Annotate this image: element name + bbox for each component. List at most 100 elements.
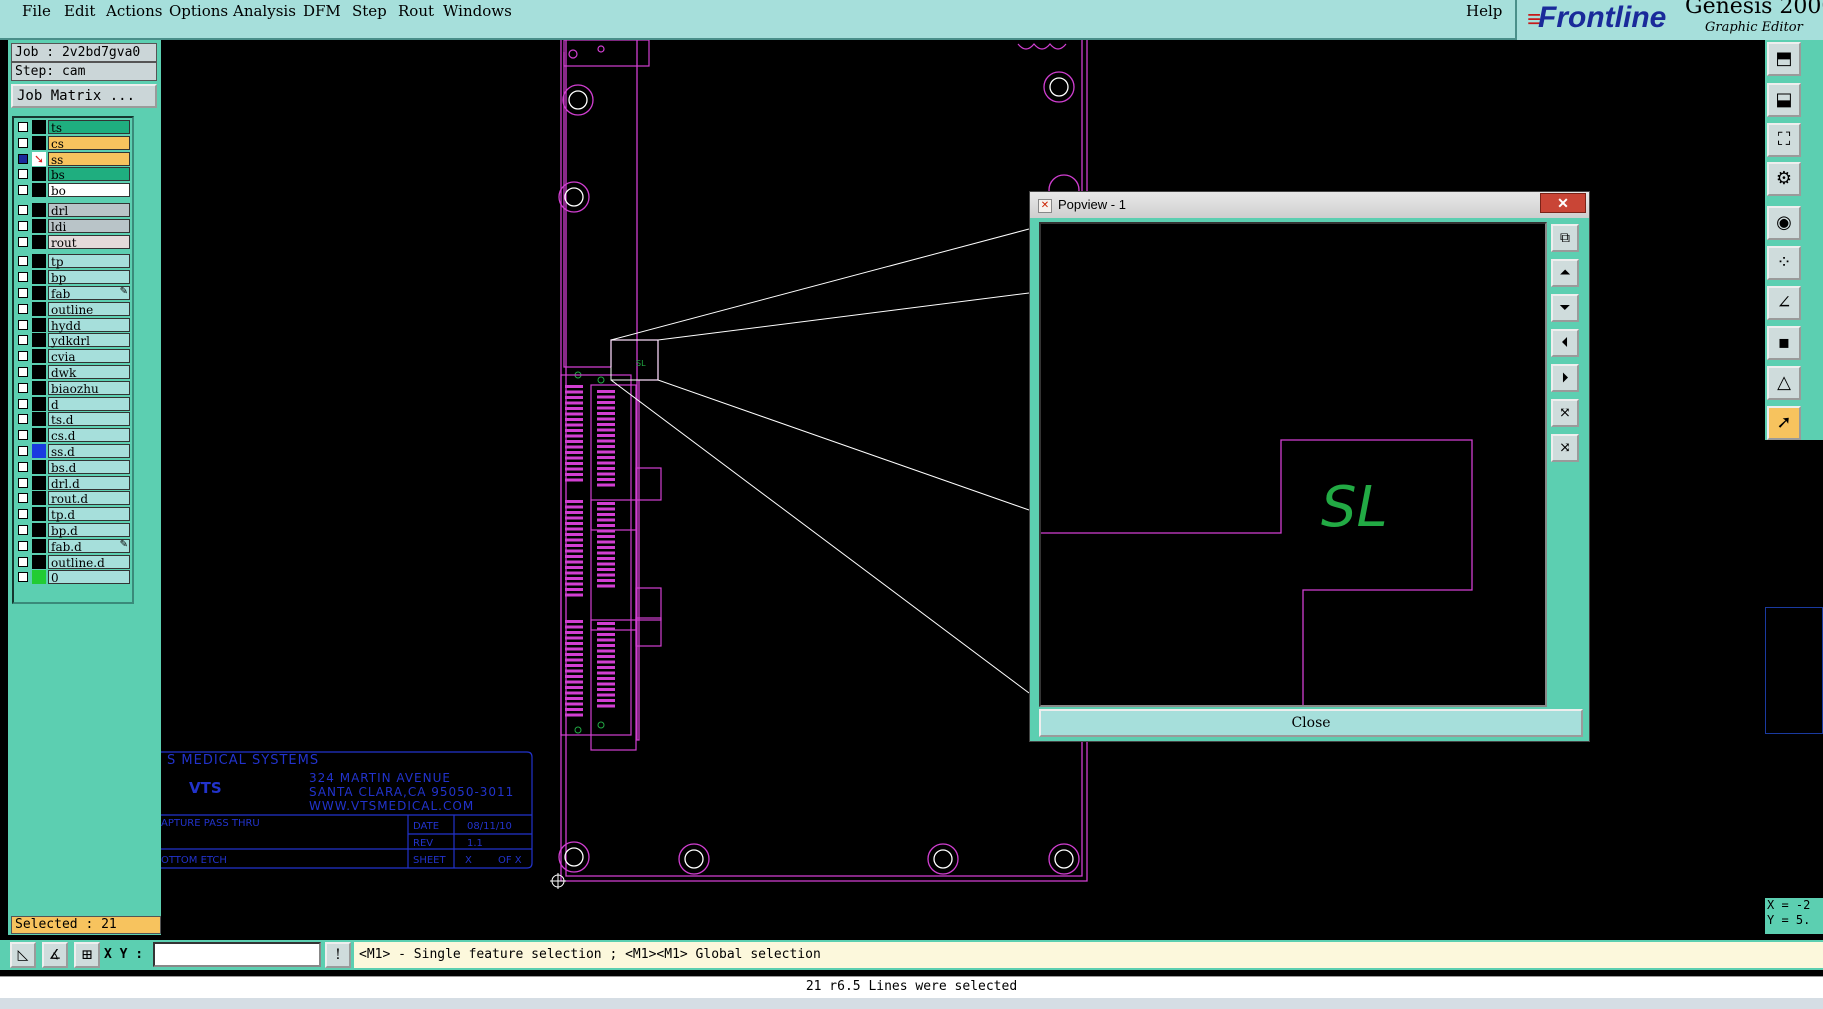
snap-grid-icon[interactable]: ◺ [10, 942, 36, 968]
snap-cross-icon[interactable]: ⊞ [74, 942, 100, 968]
layer-checkbox[interactable] [18, 556, 28, 567]
connector-pin [597, 627, 615, 631]
menu-windows[interactable]: Windows [443, 2, 512, 20]
layer-checkbox[interactable] [18, 319, 28, 330]
layer-checkbox[interactable] [18, 256, 28, 267]
layer-checkbox[interactable] [18, 477, 28, 488]
menu-dfm[interactable]: DFM [303, 2, 341, 20]
layer-checkbox[interactable] [18, 367, 28, 377]
menu-step[interactable]: Step [352, 2, 387, 20]
job-matrix-button[interactable]: Job Matrix ... [11, 84, 157, 108]
popview-fit-icon[interactable]: ⧉ [1551, 224, 1579, 252]
layer-row-d[interactable]: d [16, 396, 130, 412]
layer-checkbox[interactable] [18, 382, 28, 393]
layer-checkbox[interactable] [18, 414, 28, 425]
layer-row-drl[interactable]: drl [16, 203, 130, 218]
layer-row-ts[interactable]: ts [16, 120, 130, 135]
xy-input[interactable] [153, 942, 321, 967]
tool-triangle-icon[interactable]: △ [1767, 366, 1801, 400]
tool-open-icon[interactable]: ⬓ [1767, 83, 1801, 117]
popview-pan-down-icon[interactable]: ⏷ [1551, 294, 1579, 322]
snap-angle-icon[interactable]: ∡ [42, 942, 68, 968]
layer-checkbox[interactable] [18, 509, 28, 520]
layer-row-drl.d[interactable]: drl.d [16, 475, 130, 491]
tool-connect-icon[interactable]: ⁘ [1767, 246, 1801, 280]
layer-name: tp.d [48, 507, 130, 522]
layer-row-outline.d[interactable]: outline.d [16, 554, 130, 570]
menu-options[interactable]: Options [169, 2, 228, 20]
layer-checkbox[interactable] [18, 169, 28, 180]
layer-checkbox[interactable] [18, 351, 28, 362]
popview-zoom-in-icon[interactable]: ⤧ [1551, 399, 1579, 427]
layer-row-fab.d[interactable]: fab.d ✎ [16, 538, 130, 554]
layer-row-hydd[interactable]: hydd [16, 317, 130, 333]
popview-close-x-button[interactable]: ✕ [1540, 193, 1586, 213]
layer-checkbox[interactable] [18, 137, 28, 148]
layer-row-ss.d[interactable]: ss.d [16, 444, 130, 459]
layer-row-tp[interactable]: tp [16, 254, 130, 269]
tool-pad-icon[interactable]: ▪ [1767, 326, 1801, 360]
menu-help[interactable]: Help [1466, 2, 1502, 20]
layer-row-bo[interactable]: bo [16, 183, 130, 198]
layer-row-dwk[interactable]: dwk [16, 365, 130, 380]
layer-checkbox[interactable] [18, 236, 28, 247]
layer-checkbox[interactable] [18, 205, 28, 215]
tool-snap-icon[interactable]: ◉ [1767, 206, 1801, 240]
layer-row-cvia[interactable]: cvia [16, 349, 130, 364]
layer-row-ts.d[interactable]: ts.d [16, 412, 130, 427]
connector-pin [597, 518, 615, 522]
popview-close-button[interactable]: Close [1039, 709, 1583, 737]
layer-row-rout[interactable]: rout [16, 234, 130, 250]
layer-row-outline[interactable]: outline [16, 301, 130, 317]
info-icon[interactable]: ! [325, 942, 351, 968]
popview-zoom-out-icon[interactable]: ⤨ [1551, 434, 1579, 462]
menu-analysis[interactable]: Analysis [233, 2, 296, 20]
layer-checkbox[interactable] [18, 153, 28, 164]
layer-row-fab[interactable]: fab ✎ [16, 286, 130, 301]
layer-checkbox[interactable] [18, 446, 28, 456]
tool-settings-icon[interactable]: ⚙ [1767, 162, 1801, 196]
layer-row-ldi[interactable]: ldi [16, 218, 130, 234]
layer-row-0[interactable]: 0 [16, 570, 130, 585]
layer-checkbox[interactable] [18, 461, 28, 472]
layer-checkbox[interactable] [18, 540, 28, 551]
layer-checkbox[interactable] [18, 303, 28, 314]
layer-checkbox[interactable] [18, 525, 28, 535]
layer-row-ss[interactable]: ➘ ss [16, 151, 130, 167]
layer-row-rout.d[interactable]: rout.d [16, 491, 130, 506]
menu-file[interactable]: File [22, 2, 51, 20]
layer-row-bp[interactable]: bp [16, 270, 130, 285]
popview-viewport[interactable]: SL [1039, 222, 1547, 707]
menu-actions[interactable]: Actions [106, 2, 162, 20]
popview-pan-left-icon[interactable]: ⏴ [1551, 329, 1579, 357]
layer-checkbox[interactable] [18, 288, 28, 298]
connector-pin [597, 461, 615, 465]
layer-row-bp.d[interactable]: bp.d [16, 523, 130, 538]
layer-checkbox[interactable] [18, 572, 28, 583]
layer-color-swatch [32, 234, 46, 249]
layer-row-bs.d[interactable]: bs.d [16, 459, 130, 475]
layer-row-ydkdrl[interactable]: ydkdrl [16, 333, 130, 348]
layer-checkbox[interactable] [18, 272, 28, 283]
layer-row-bs[interactable]: bs [16, 167, 130, 182]
layer-checkbox[interactable] [18, 398, 28, 409]
menu-rout[interactable]: Rout [398, 2, 434, 20]
layer-row-cs.d[interactable]: cs.d [16, 428, 130, 443]
tool-save-icon[interactable]: ⬒ [1767, 42, 1801, 76]
tool-zoom-fit-icon[interactable]: ⛶ [1767, 123, 1801, 157]
popview-pan-right-icon[interactable]: ⏵ [1551, 364, 1579, 392]
layer-row-biaozhu[interactable]: biaozhu [16, 380, 130, 396]
layer-row-tp.d[interactable]: tp.d [16, 507, 130, 522]
layer-checkbox[interactable] [18, 220, 28, 231]
tool-select-icon[interactable]: ➚ [1767, 406, 1801, 440]
layer-checkbox[interactable] [18, 122, 28, 132]
layer-checkbox[interactable] [18, 430, 28, 441]
layer-checkbox[interactable] [18, 493, 28, 504]
layer-checkbox[interactable] [18, 185, 28, 196]
popview-pan-up-icon[interactable]: ⏶ [1551, 259, 1579, 287]
menu-edit[interactable]: Edit [64, 2, 95, 20]
tool-line-icon[interactable]: ∠ [1767, 286, 1801, 320]
popview-titlebar[interactable]: ✕ Popview - 1 [1030, 192, 1589, 218]
layer-checkbox[interactable] [18, 335, 28, 346]
layer-row-cs[interactable]: cs [16, 135, 130, 151]
